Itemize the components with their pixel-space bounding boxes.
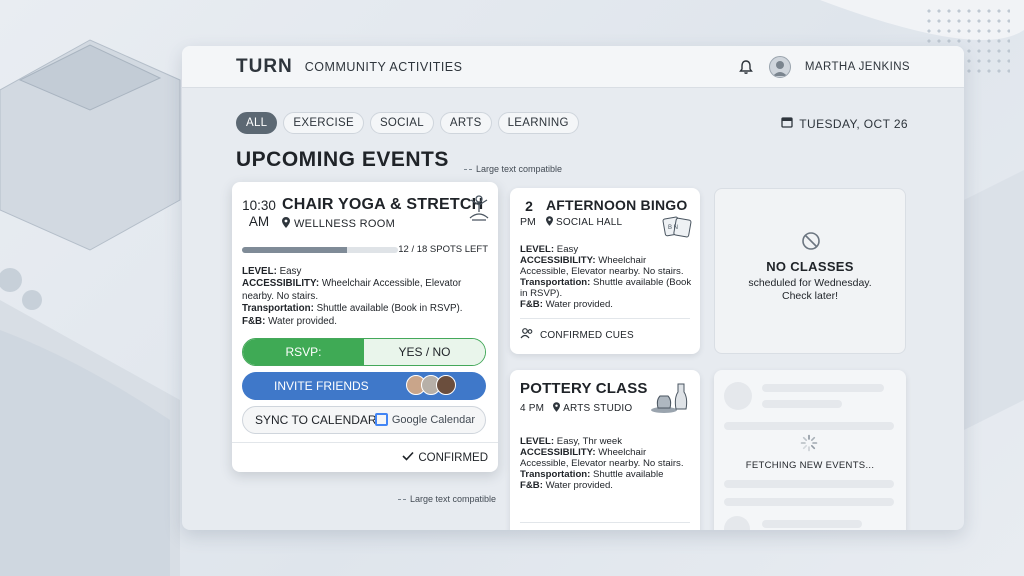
google-calendar-icon [374,413,388,426]
friend-avatars [406,375,456,395]
fetching-events-card: FETCHING NEW EVENTS... [714,370,906,530]
filter-chips: ALL EXERCISE SOCIAL ARTS LEARNING [236,112,579,134]
large-text-note-bottom: Large text compatible [398,494,496,504]
confirmed-status: CONFIRMED [232,442,498,472]
event-location: SOCIAL HALL [546,216,622,229]
event-location: 4 PM ARTS STUDIO [520,402,633,415]
skeleton-avatar [724,382,752,410]
divider [520,522,690,523]
skeleton-line [724,422,894,430]
spots-left: 12 / 18 SPOTS LEFT [398,244,488,255]
no-classes-title: NO CLASSES [766,259,854,274]
event-details: LEVEL: Easy ACCESSIBILITY: Wheelchair Ac… [242,266,463,327]
sync-calendar-label: SYNC TO CALENDAR [255,413,377,427]
app-window: TURN COMMUNITY ACTIVITIES MARTHA JENKINS… [182,46,964,530]
event-ampm: PM [520,216,536,228]
event-details: LEVEL: Easy, Thr week ACCESSIBILITY: Whe… [520,436,684,491]
bingo-cards-icon: B N [662,216,692,243]
yoga-icon [466,194,492,224]
no-classes-subtitle: scheduled for Wednesday. Check later! [748,277,872,302]
avatar [436,375,456,395]
check-icon [402,451,414,464]
skeleton-line [724,480,894,488]
skeleton-line [762,384,884,392]
calendar-icon [781,116,793,131]
svg-text:B N: B N [668,225,678,231]
no-entry-icon [801,231,821,256]
skeleton-line [762,520,862,528]
filter-chip-exercise[interactable]: EXERCISE [283,112,364,134]
user-name[interactable]: MARTHA JENKINS [805,61,910,73]
rsvp-yes-no-button[interactable]: YES / NO [364,339,485,365]
spots-progress-bar [242,247,398,253]
event-details: LEVEL: Easy ACCESSIBILITY: Wheelchair Ac… [520,244,692,310]
filter-chip-social[interactable]: SOCIAL [369,112,434,134]
invite-friends-label: INVITE FRIENDS [274,379,369,393]
skeleton-line [724,498,894,506]
event-title: POTTERY CLASS [520,380,648,397]
avatar[interactable] [768,55,791,78]
event-location: WELLNESS ROOM [282,217,395,231]
date-display[interactable]: TUESDAY, OCT 26 [781,116,908,131]
filter-chip-learning[interactable]: LEARNING [497,112,579,134]
page-title: UPCOMING EVENTS [236,148,449,171]
event-card-pottery[interactable]: POTTERY CLASS 4 PM ARTS STUDIO LEVEL: Ea… [510,370,700,530]
filter-chip-all[interactable]: ALL [236,112,278,134]
app-subtitle: COMMUNITY ACTIVITIES [304,59,463,74]
pottery-vase-icon [650,378,692,419]
fetching-label: FETCHING NEW EVENTS... [745,460,875,471]
google-calendar-option[interactable]: Google Calendar [374,413,475,426]
bell-icon[interactable] [737,58,755,76]
event-card-bingo[interactable]: 2 PM AFTERNOON BINGO SOCIAL HALL B N LEV… [510,188,700,354]
skeleton-avatar [724,516,750,530]
event-title: AFTERNOON BINGO [546,197,688,213]
rsvp-toggle[interactable]: RSVP: YES / NO [242,338,486,366]
confirmed-cues[interactable]: CONFIRMED CUES [520,328,634,342]
featured-event-card[interactable]: 10:30 AM CHAIR YOGA & STRETCH WELLNESS R… [232,182,498,472]
invite-friends-button[interactable]: INVITE FRIENDS [242,372,486,400]
filter-chip-arts[interactable]: ARTS [439,112,492,134]
skeleton-line [762,400,842,408]
event-title: CHAIR YOGA & STRETCH [282,196,484,213]
date-text: TUESDAY, OCT 26 [799,116,908,131]
location-pin-icon [553,402,561,415]
no-classes-card: NO CLASSES scheduled for Wednesday. Chec… [714,188,906,354]
people-icon [520,328,534,342]
divider [520,318,690,319]
event-time: 4 PM [520,403,545,414]
event-time: 10:30 AM [242,198,276,229]
location-pin-icon [282,217,290,231]
location-pin-icon [546,216,553,229]
event-time: 2 [525,198,533,214]
top-bar: TURN COMMUNITY ACTIVITIES MARTHA JENKINS [182,46,964,88]
sync-to-calendar-button[interactable]: SYNC TO CALENDAR Google Calendar [242,406,486,434]
rsvp-label: RSVP: [243,339,364,365]
large-text-note-top: Large text compatible [464,164,562,174]
top-right-controls: MARTHA JENKINS [737,55,910,78]
loading-spinner-icon [800,434,818,457]
brand-logo: TURN [236,55,293,77]
